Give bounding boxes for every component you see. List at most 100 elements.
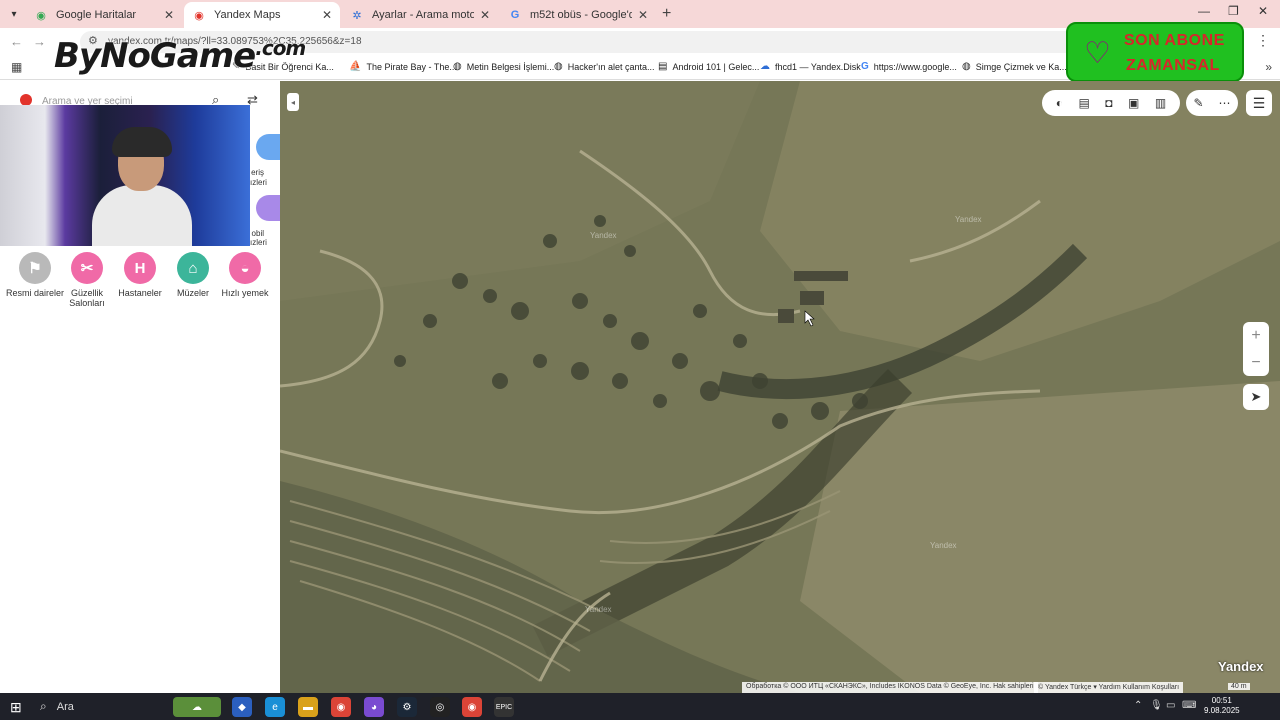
microphone-icon[interactable]: 🎙 xyxy=(1150,700,1163,711)
badge-subscriber-name: ZAMANSAL xyxy=(1126,57,1220,74)
more-icon[interactable]: ⋯ xyxy=(1219,96,1231,110)
logo-text: ByNoGame xyxy=(54,36,256,76)
map-layers-toolbar: ◐ ▤ ◘ ▣ ▥ xyxy=(1042,90,1180,116)
globe-icon: ◍ xyxy=(962,61,971,72)
forward-arrow-icon[interactable]: → xyxy=(33,34,46,49)
tab-google-search[interactable]: G m52t obüs - Google'da Ara ✕ xyxy=(500,2,656,28)
badge-title: SON ABONE xyxy=(1124,32,1225,49)
tab-settings[interactable]: ✲ Ayarlar - Arama motoru ✕ xyxy=(342,2,498,28)
file-explorer-icon[interactable]: ▬ xyxy=(298,697,318,717)
headphones xyxy=(112,127,172,157)
partial-category-button[interactable] xyxy=(256,195,280,221)
minimize-button[interactable]: — xyxy=(1198,4,1210,18)
more-bookmarks-icon[interactable]: » xyxy=(1265,60,1272,74)
category-label: Hızlı yemek xyxy=(221,288,269,298)
apps-grid-icon[interactable]: ▦ xyxy=(11,60,22,74)
category-government[interactable]: ⚑ Resmi daireler xyxy=(5,252,65,298)
layers-icon[interactable]: ▤ xyxy=(1078,96,1089,110)
bookmark-label: fhcd1 — Yandex.Disk xyxy=(775,61,861,72)
tab-label: Ayarlar - Arama motoru xyxy=(372,9,474,21)
bookmark-item[interactable]: ◍ Hacker'ın alet çanta... xyxy=(554,61,655,72)
zoom-in-button[interactable]: + xyxy=(1243,322,1269,349)
category-fast-food[interactable]: ◒ Hızlı yemek xyxy=(215,252,275,298)
close-icon[interactable]: ✕ xyxy=(638,8,648,22)
new-tab-button[interactable]: + xyxy=(662,5,671,23)
steam-icon[interactable]: ⚙ xyxy=(397,697,417,717)
edge-icon[interactable]: e xyxy=(265,697,285,717)
bookmark-item[interactable]: Ghttps://www.google... xyxy=(861,61,957,72)
bookmark-item[interactable]: ◍ Simge Çizmek ve Ka... xyxy=(962,61,1067,72)
chrome-icon[interactable]: ◉ xyxy=(331,697,351,717)
streamer-logo: ByNoGame.com xyxy=(54,36,306,76)
close-icon[interactable]: ✕ xyxy=(322,8,332,22)
satellite-imagery xyxy=(280,81,1280,693)
taskbar-clock[interactable]: 00:51 9.08.2025 xyxy=(1204,696,1240,716)
map-type-icon[interactable]: ▥ xyxy=(1155,96,1166,110)
category-label: Güzellik Salonları xyxy=(69,288,105,308)
tab-label: Yandex Maps xyxy=(214,9,281,21)
last-subscriber-badge: ♡ SON ABONE ZAMANSAL xyxy=(1066,22,1244,82)
tab-yandex-maps[interactable]: ◉ Yandex Maps ✕ xyxy=(184,2,340,28)
keyboard-icon[interactable]: ⌨ xyxy=(1182,700,1196,711)
map-footer-links[interactable]: © Yandex Türkçe ▾ Yardım Kullanım Koşull… xyxy=(1034,682,1184,693)
tab-google-maps[interactable]: ◉ Google Haritalar ✕ xyxy=(26,2,182,28)
taskbar-search[interactable]: ⌕ Ara xyxy=(32,693,167,720)
hamburger-menu-icon[interactable]: ☰ xyxy=(1246,90,1272,116)
search-icon: ⌕ xyxy=(40,699,47,713)
map-attribution[interactable]: Обработка © ООО ИТЦ «СКАНЭКС», Includes … xyxy=(742,682,1038,693)
ruler-icon[interactable]: ✎ xyxy=(1193,96,1203,110)
category-beauty-salons[interactable]: ✂ Güzellik Salonları xyxy=(57,252,117,308)
tab-search-button[interactable]: ▾ xyxy=(4,4,24,24)
close-icon[interactable]: ✕ xyxy=(480,8,490,22)
google-g-icon: G xyxy=(510,9,520,21)
maximize-button[interactable]: ❐ xyxy=(1228,4,1239,18)
google-maps-pin-icon: ◉ xyxy=(36,9,46,22)
partial-label: obil xyxy=(251,229,264,238)
settings-gear-icon: ✲ xyxy=(352,9,362,22)
category-museums[interactable]: ⌂ Müzeler xyxy=(163,252,223,298)
traffic-icon[interactable]: ◐ xyxy=(1056,96,1063,110)
browser-menu-icon[interactable]: ⋮ xyxy=(1256,32,1270,49)
yandex-brand-text: Yandex xyxy=(1218,659,1264,674)
network-icon[interactable]: ▭ xyxy=(1166,700,1175,711)
discord-icon[interactable]: ◕ xyxy=(364,697,384,717)
map-watermark: Yandex xyxy=(955,215,982,224)
obs-icon[interactable]: ◎ xyxy=(430,697,450,717)
chrome-active-icon[interactable]: ◉ xyxy=(462,697,482,717)
epic-games-icon[interactable]: EPIC xyxy=(494,697,514,717)
map-scale: 40 m xyxy=(1228,683,1250,690)
ship-icon: ⛵ xyxy=(349,61,362,72)
sidebar: Arama ve yer seçimi ⌕ ⇄ eriş ızleri obil… xyxy=(0,81,280,693)
copilot-icon[interactable]: ◆ xyxy=(232,697,252,717)
satellite-map[interactable]: ◂ Yandex Yandex Yandex Yandex ◐ ▤ ◘ ▣ ▥ … xyxy=(280,81,1280,693)
weather-widget[interactable]: ☁ xyxy=(173,697,221,717)
globe-icon: ◍ xyxy=(453,61,462,72)
bookmark-item[interactable]: ◍ Metin Belgesi İşlemi... xyxy=(453,61,554,72)
category-hospitals[interactable]: H Hastaneler xyxy=(110,252,170,298)
windows-start-icon[interactable]: ⊞ xyxy=(10,699,22,716)
bookmark-item[interactable]: ⛵ The Pirate Bay - The... xyxy=(349,61,457,72)
panorama-camera-icon[interactable]: ◘ xyxy=(1105,96,1112,110)
museum-icon: ⌂ xyxy=(177,252,209,284)
partial-category-button[interactable] xyxy=(256,134,280,160)
globe-icon: ◍ xyxy=(554,61,563,72)
map-watermark: Yandex xyxy=(585,605,612,614)
bookmark-item[interactable]: ☁ fhcd1 — Yandex.Disk xyxy=(760,61,861,72)
transit-bus-icon[interactable]: ▣ xyxy=(1128,96,1139,110)
close-window-button[interactable]: ✕ xyxy=(1258,4,1268,18)
locate-me-icon[interactable]: ➤ xyxy=(1243,384,1269,410)
category-label: Müzeler xyxy=(176,288,209,298)
collapse-sidebar-button[interactable]: ◂ xyxy=(287,93,299,111)
tab-label: Google Haritalar xyxy=(56,9,137,21)
close-icon[interactable]: ✕ xyxy=(164,8,174,22)
back-arrow-icon[interactable]: ← xyxy=(10,34,23,49)
zoom-out-button[interactable]: − xyxy=(1243,349,1269,376)
streamer-body xyxy=(92,185,192,246)
fast-food-icon: ◒ xyxy=(229,252,261,284)
cloud-icon: ☁ xyxy=(760,61,770,72)
tray-chevron-icon[interactable]: ⌃ xyxy=(1134,700,1142,711)
bookmark-item[interactable]: ▤ Android 101 | Gelec... xyxy=(658,61,759,72)
map-tools-toolbar: ✎ ⋯ xyxy=(1186,90,1238,116)
zoom-control: + − xyxy=(1243,322,1269,376)
map-watermark: Yandex xyxy=(590,231,617,240)
